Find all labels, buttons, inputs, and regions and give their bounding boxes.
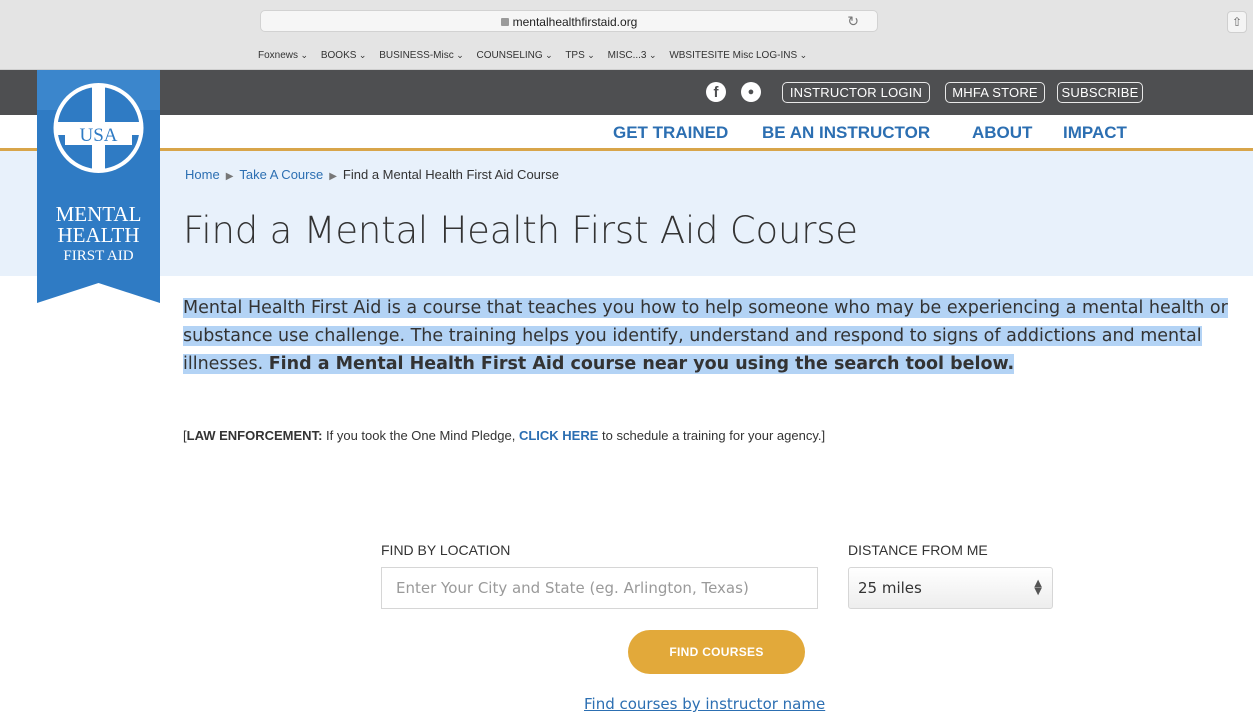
intro-call-to-action: Find a Mental Health First Aid course ne…: [268, 354, 1015, 374]
nav-impact[interactable]: IMPACT: [1063, 123, 1127, 143]
bookmark-misc3[interactable]: MISC...3: [608, 50, 657, 61]
intro-text: Mental Health First Aid is a course that…: [183, 298, 1228, 374]
bookmarks-bar: Foxnews BOOKS BUSINESS-Misc COUNSELING T…: [0, 47, 1253, 65]
bookmark-business-misc[interactable]: BUSINESS-Misc: [379, 50, 464, 61]
logo-country: USA: [79, 125, 117, 146]
bookmark-tps[interactable]: TPS: [565, 50, 595, 61]
find-courses-button[interactable]: FIND COURSES: [628, 630, 805, 674]
location-label: FIND BY LOCATION: [381, 542, 511, 558]
lock-icon: [500, 18, 509, 26]
instructor-search-link[interactable]: Find courses by instructor name: [584, 695, 825, 713]
mhfa-usa-logo[interactable]: USA MENTAL HEALTH FIRST AID: [37, 70, 160, 303]
distance-value: 25 miles: [858, 579, 922, 597]
law-enforcement-link[interactable]: CLICK HERE: [519, 428, 598, 443]
distance-label: DISTANCE FROM ME: [848, 542, 988, 558]
breadcrumb-home[interactable]: Home: [185, 167, 220, 182]
breadcrumb-take-a-course[interactable]: Take A Course: [239, 167, 323, 182]
breadcrumb-current: Find a Mental Health First Aid Course: [342, 167, 559, 182]
page-title: Find a Mental Health First Aid Course: [183, 209, 858, 252]
bookmark-website-misc-logins[interactable]: WBSITESITE Misc LOG-INS: [669, 50, 807, 61]
page-header: Home ▶ Take A Course ▶ Find a Mental Health …: [0, 151, 1253, 276]
nav-be-an-instructor[interactable]: BE AN INSTRUCTOR: [762, 123, 930, 143]
bookmark-books[interactable]: BOOKS: [321, 50, 367, 61]
facebook-icon[interactable]: f: [706, 82, 726, 102]
intro-paragraph: Mental Health First Aid is a course that…: [183, 294, 1245, 378]
law-enforcement-note: [LAW ENFORCEMENT: If you took the One Mi…: [183, 428, 826, 443]
nav-get-trained[interactable]: GET TRAINED: [613, 123, 728, 143]
nav-about[interactable]: ABOUT: [972, 123, 1032, 143]
twitter-icon[interactable]: ●: [741, 82, 761, 102]
law-enforcement-label: LAW ENFORCEMENT:: [186, 428, 323, 443]
address-url: mentalhealthfirstaid.org: [261, 15, 877, 29]
breadcrumb-separator-icon: ▶: [225, 171, 234, 182]
share-icon[interactable]: ⇧: [1227, 11, 1247, 33]
logo-line-2: HEALTH: [57, 223, 139, 247]
distance-select[interactable]: 25 miles ▲ ▼: [848, 567, 1053, 609]
site-utility-bar: f ● INSTRUCTOR LOGIN MHFA STORE SUBSCRIB…: [0, 70, 1253, 115]
breadcrumb-separator-icon: ▶: [329, 171, 337, 182]
bookmark-counseling[interactable]: COUNSELING: [477, 50, 553, 61]
logo-line-3: FIRST AID: [63, 248, 133, 264]
address-bar[interactable]: mentalhealthfirstaid.org ↻: [260, 10, 878, 32]
instructor-login-button[interactable]: INSTRUCTOR LOGIN: [782, 82, 930, 103]
reload-icon[interactable]: ↻: [847, 13, 859, 30]
bookmark-foxnews[interactable]: Foxnews: [258, 50, 308, 61]
browser-toolbar: mentalhealthfirstaid.org ↻ ⇧ Foxnews BOO…: [0, 0, 1253, 70]
subscribe-button[interactable]: SUBSCRIBE: [1057, 82, 1143, 103]
location-input[interactable]: [381, 567, 818, 609]
mhfa-store-button[interactable]: MHFA STORE: [945, 82, 1045, 103]
breadcrumb: Home ▶ Take A Course ▶ Find a Mental Health …: [185, 167, 559, 182]
select-arrows-icon: ▲ ▼: [1034, 578, 1042, 597]
main-navigation: GET TRAINED BE AN INSTRUCTOR ABOUT IMPAC…: [0, 115, 1253, 151]
